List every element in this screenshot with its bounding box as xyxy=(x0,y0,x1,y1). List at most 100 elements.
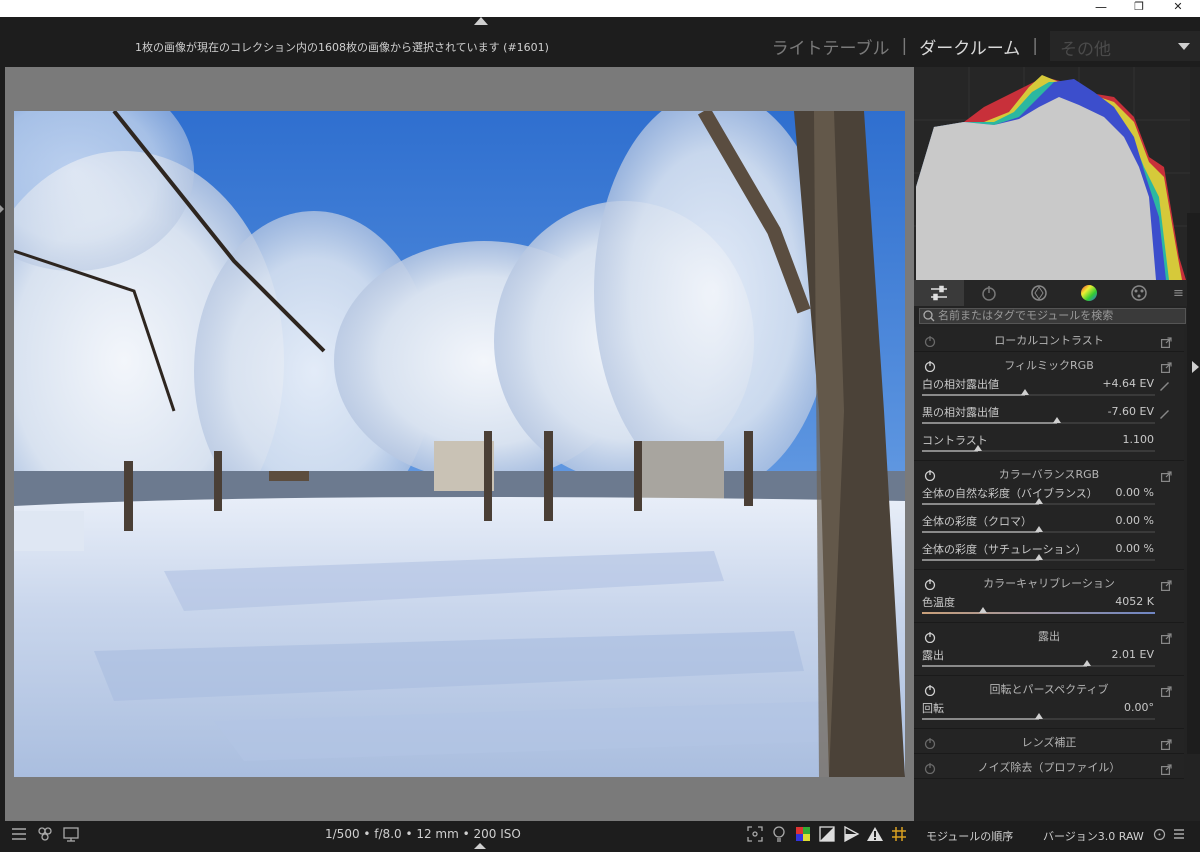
slider-thumb[interactable] xyxy=(1034,713,1043,719)
module-search-input[interactable]: 名前またはタグでモジュールを検索 xyxy=(919,308,1186,324)
slider-value[interactable]: 2.01 EV xyxy=(1112,648,1154,661)
right-panel-toggle-icon[interactable] xyxy=(1192,361,1199,373)
histogram[interactable] xyxy=(914,67,1190,280)
module-header[interactable]: 回転とパースペクティブ xyxy=(914,676,1184,700)
slider-track[interactable] xyxy=(922,607,1155,614)
softproof-icon[interactable] xyxy=(842,825,860,843)
tab-active-modules[interactable] xyxy=(914,280,964,306)
exif-info: 1/500 • f/8.0 • 12 mm • 200 ISO xyxy=(325,827,521,841)
slider-track[interactable] xyxy=(922,660,1155,667)
slider-thumb[interactable] xyxy=(1034,498,1043,504)
tab-color[interactable] xyxy=(1064,280,1114,306)
module-order-label[interactable]: モジュールの順序 xyxy=(926,828,1013,844)
contrast-icon[interactable] xyxy=(818,825,836,843)
slider-thumb[interactable] xyxy=(978,607,987,613)
module-header[interactable]: カラーキャリブレーション xyxy=(914,570,1184,594)
popout-icon[interactable] xyxy=(1161,358,1172,374)
power-icon xyxy=(982,286,996,301)
slider-thumb[interactable] xyxy=(1083,660,1092,666)
slider[interactable]: 全体の彩度（サチュレーション） 0.00 % xyxy=(914,541,1184,569)
module-header[interactable]: フィルミックRGB xyxy=(914,352,1184,376)
presets-icon[interactable] xyxy=(36,825,54,843)
tab-effects[interactable] xyxy=(1114,280,1164,306)
slider-value[interactable]: -7.60 EV xyxy=(1108,405,1154,418)
picker-icon[interactable] xyxy=(1158,404,1170,419)
minimize-button[interactable]: — xyxy=(1086,0,1116,17)
view-switcher: ライトテーブル | ダークルーム | その他 xyxy=(766,31,1200,61)
slider-thumb[interactable] xyxy=(1034,526,1043,532)
popout-icon[interactable] xyxy=(1161,760,1172,776)
popout-icon[interactable] xyxy=(1161,467,1172,483)
module-title: ローカルコントラスト xyxy=(994,334,1104,347)
slider-value[interactable]: 0.00 % xyxy=(1116,486,1154,499)
slider-thumb[interactable] xyxy=(1053,417,1062,423)
slider-thumb[interactable] xyxy=(973,445,982,451)
slider-value[interactable]: 4052 K xyxy=(1115,595,1154,608)
color-icon[interactable] xyxy=(794,825,812,843)
close-button[interactable]: ✕ xyxy=(1163,0,1193,17)
slider[interactable]: 黒の相対露出値 -7.60 EV xyxy=(914,404,1184,432)
slider-track[interactable] xyxy=(922,713,1155,720)
slider-thumb[interactable] xyxy=(1020,389,1029,395)
popout-icon[interactable] xyxy=(1161,333,1172,349)
left-panel-toggle-icon[interactable] xyxy=(0,205,4,213)
module-2: カラーバランスRGB 全体の自然な彩度（バイブランス） 0.00 % 全体の彩度（クロ… xyxy=(914,461,1184,570)
slider-thumb[interactable] xyxy=(1034,554,1043,560)
slider[interactable]: 色温度 4052 K xyxy=(914,594,1184,622)
slider-track[interactable] xyxy=(922,526,1155,533)
slider[interactable]: 全体の自然な彩度（バイブランス） 0.00 % xyxy=(914,485,1184,513)
slider-fill xyxy=(922,665,1088,667)
module-header[interactable]: 露出 xyxy=(914,623,1184,647)
popout-icon[interactable] xyxy=(1161,576,1172,592)
slider-value[interactable]: 0.00° xyxy=(1124,701,1154,714)
sliders-icon xyxy=(931,285,947,301)
module-header[interactable]: カラーバランスRGB xyxy=(914,461,1184,485)
other-views-dropdown[interactable]: その他 xyxy=(1050,31,1200,61)
slider-track[interactable] xyxy=(922,498,1155,505)
restore-button[interactable]: ❐ xyxy=(1124,0,1154,17)
aperture-icon xyxy=(1031,285,1047,301)
view-darkroom[interactable]: ダークルーム xyxy=(913,34,1026,59)
grid-icon[interactable] xyxy=(890,825,908,843)
warning-icon[interactable] xyxy=(866,825,884,843)
slider-track[interactable] xyxy=(922,417,1155,424)
module-header[interactable]: ノイズ除去（プロファイル） xyxy=(914,754,1184,778)
slider-value[interactable]: 0.00 % xyxy=(1116,514,1154,527)
slider[interactable]: 回転 0.00° xyxy=(914,700,1184,728)
focus-icon[interactable] xyxy=(746,825,764,843)
image-canvas[interactable] xyxy=(5,67,914,821)
picker-icon[interactable] xyxy=(1158,376,1170,391)
bottom-panel-toggle-strip xyxy=(0,843,1200,852)
bulb-icon[interactable] xyxy=(770,825,788,843)
popout-icon[interactable] xyxy=(1161,735,1172,751)
module-order-version[interactable]: バージョン3.0 RAW xyxy=(1043,828,1144,844)
slider-track[interactable] xyxy=(922,554,1155,561)
popout-icon[interactable] xyxy=(1161,682,1172,698)
module-3: カラーキャリブレーション 色温度 4052 K xyxy=(914,570,1184,623)
tab-tone[interactable] xyxy=(1014,280,1064,306)
slider[interactable]: 白の相対露出値 +4.64 EV xyxy=(914,376,1184,404)
slider-track[interactable] xyxy=(922,389,1155,396)
menu-icon[interactable]: ≡ xyxy=(1173,286,1184,301)
menu-icon[interactable] xyxy=(1172,827,1186,841)
module-header[interactable]: ローカルコントラスト xyxy=(914,327,1184,351)
bottom-panel-toggle-icon[interactable] xyxy=(474,843,486,849)
slider[interactable]: コントラスト 1.100 xyxy=(914,432,1184,460)
top-panel-toggle-icon[interactable] xyxy=(474,17,488,25)
search-placeholder: 名前またはタグでモジュールを検索 xyxy=(938,309,1114,322)
slider[interactable]: 全体の彩度（クロマ） 0.00 % xyxy=(914,513,1184,541)
slider-fill xyxy=(922,394,1025,396)
tab-base[interactable] xyxy=(964,280,1014,306)
popout-icon[interactable] xyxy=(1161,629,1172,645)
slider-value[interactable]: 1.100 xyxy=(1123,433,1155,446)
slider-value[interactable]: 0.00 % xyxy=(1116,542,1154,555)
module-header[interactable]: レンズ補正 xyxy=(914,729,1184,753)
help-icon[interactable] xyxy=(1153,828,1166,841)
slider-track[interactable] xyxy=(922,445,1155,452)
module-title: 回転とパースペクティブ xyxy=(989,683,1109,696)
display-icon[interactable] xyxy=(62,825,80,843)
slider-value[interactable]: +4.64 EV xyxy=(1102,377,1154,390)
slider[interactable]: 露出 2.01 EV xyxy=(914,647,1184,675)
menu-icon[interactable] xyxy=(10,825,28,843)
view-lighttable[interactable]: ライトテーブル xyxy=(766,34,896,59)
